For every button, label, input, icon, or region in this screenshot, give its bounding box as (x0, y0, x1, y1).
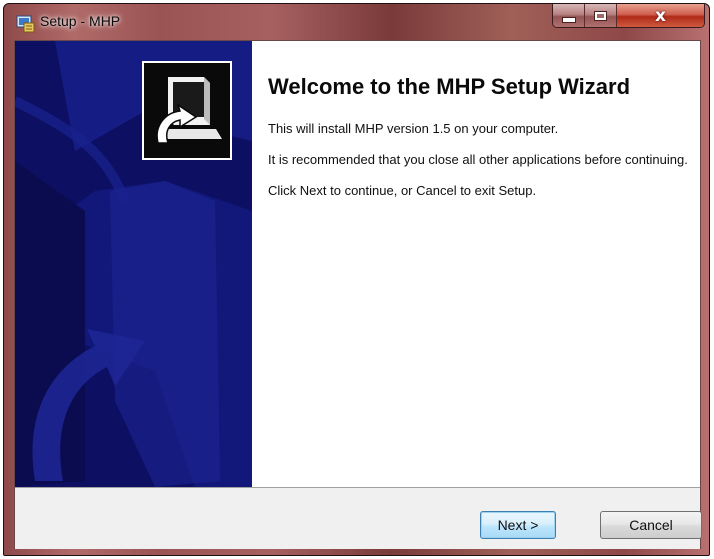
caption-buttons: x (552, 4, 705, 28)
continue-instructions-text: Click Next to continue, or Cancel to exi… (268, 183, 537, 198)
window-title: Setup - MHP (40, 13, 121, 29)
next-button[interactable]: Next > (480, 511, 556, 539)
setup-window: Setup - MHP x Welcome to the MHP Setup W… (3, 3, 710, 556)
maximize-icon (594, 10, 607, 21)
install-info-text: This will install MHP version 1.5 on you… (268, 121, 559, 136)
welcome-content: Welcome to the MHP Setup Wizard This wil… (268, 75, 688, 214)
setup-app-icon[interactable] (16, 14, 35, 33)
cancel-button[interactable]: Cancel (600, 511, 702, 539)
close-icon: x (655, 5, 666, 26)
title-bar[interactable]: Setup - MHP x (4, 4, 709, 41)
minimize-button[interactable] (553, 4, 585, 27)
minimize-icon (561, 17, 576, 23)
computer-install-icon (142, 61, 232, 160)
maximize-button[interactable] (585, 4, 617, 27)
welcome-heading: Welcome to the MHP Setup Wizard (268, 74, 631, 99)
wizard-banner-image (15, 41, 252, 487)
close-button[interactable]: x (617, 4, 704, 27)
wizard-client-area: Welcome to the MHP Setup Wizard This wil… (14, 40, 702, 549)
close-apps-text: It is recommended that you close all oth… (268, 152, 688, 167)
wizard-button-bar: Next > Cancel (15, 487, 702, 549)
